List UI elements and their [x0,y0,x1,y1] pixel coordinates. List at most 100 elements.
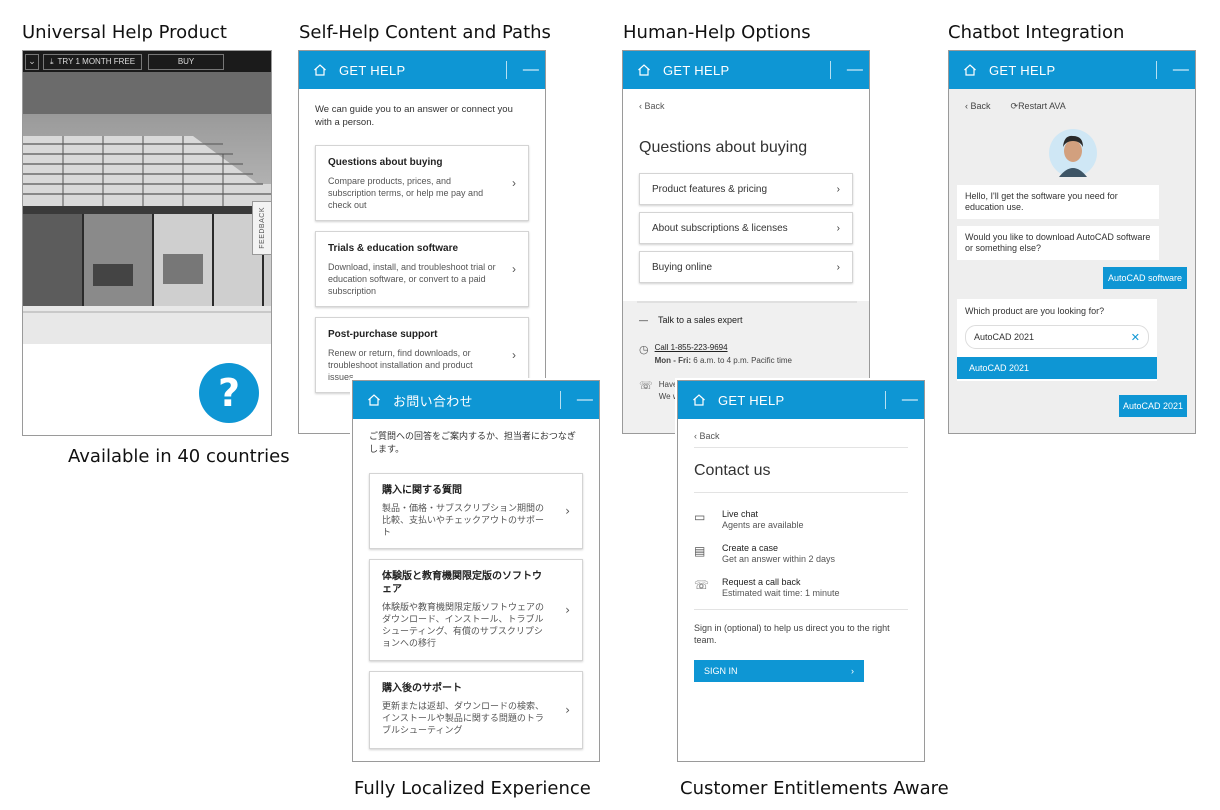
phone-info: ◷ Call 1-855-223-9694 Mon - Fri: 6 a.m. … [623,325,869,365]
restart-label: Restart AVA [1018,101,1066,111]
card-desc: 更新または返却、ダウンロードの検索、インストールや製品に関する問題のトラブルシュ… [382,702,545,736]
signin-note: Sign in (optional) to help us direct you… [694,623,890,645]
chevron-right-icon: › [851,666,854,676]
caption-countries: Available in 40 countries [68,446,290,467]
promo-bar: ⌄ ⤓ TRY 1 MONTH FREE BUY [23,51,271,72]
card-desc: 体験版や教育機関限定版ソフトウェアのダウンロード、インストール、トラブルシューテ… [382,603,545,649]
suggestion-item[interactable]: AutoCAD 2021 [957,357,1157,379]
phone-number-link[interactable]: Call 1-855-223-9694 [655,343,792,352]
live-chat-option[interactable]: ▭ Live chat Agents are available [694,509,908,531]
card-jp-trials[interactable]: 体験版と教育機関限定版のソフトウェア 体験版や教育機関限定版ソフトウェアのダウン… [369,559,583,661]
header-divider [506,61,507,79]
hours-value: 6 a.m. to 4 p.m. Pacific time [693,356,792,365]
header-divider [560,391,561,409]
chevron-right-icon: › [836,222,840,234]
contact-header: GET HELP — [678,381,924,419]
feedback-label: FEEDBACK [258,207,266,249]
user-reply-1[interactable]: AutoCAD software [1103,267,1187,289]
card-title: 購入後のサポート [382,683,462,694]
home-icon[interactable] [367,393,381,407]
call-back-option[interactable]: ☏ Request a call back Estimated wait time… [694,577,908,610]
contact-heading: Contact us [694,462,908,493]
chevron-right-icon: › [512,176,516,190]
ava-avatar [1049,129,1097,177]
try-free-button[interactable]: ⤓ TRY 1 MONTH FREE [43,53,143,70]
contact-header-title: GET HELP [718,392,785,408]
building-image [23,114,271,344]
minimize-icon[interactable]: — [841,62,869,78]
search-value: AutoCAD 2021 [974,332,1035,342]
chevron-right-icon: › [512,348,516,362]
back-link[interactable]: ‹ Back [694,431,908,448]
card-desc: Compare products, prices, and subscripti… [328,176,484,210]
minimize-icon[interactable]: — [1167,62,1195,78]
hero-band [23,72,271,114]
home-icon[interactable] [637,63,651,77]
bot-message-1: Hello, I'll get the software you need fo… [957,185,1159,219]
card-jp-post-purchase[interactable]: 購入後のサポート 更新または返却、ダウンロードの検索、インストールや製品に関する… [369,671,583,749]
option-sub: Agents are available [722,520,804,530]
phone-icon: ☏ [694,578,710,592]
section-title-selfhelp: Self-Help Content and Paths [299,22,551,43]
chatbot-header-title: GET HELP [989,62,1056,78]
section-title-chatbot: Chatbot Integration [948,22,1125,43]
header-divider [885,391,886,409]
chat-icon: ▭ [694,510,706,524]
option-subscriptions[interactable]: About subscriptions & licenses › [639,212,853,244]
card-questions-buying[interactable]: Questions about buying Compare products,… [315,145,529,221]
card-trials-education[interactable]: Trials & education software Download, in… [315,231,529,307]
chevron-right-icon: › [836,261,840,273]
selfhelp-header: GET HELP — [299,51,545,89]
option-label: Buying online [652,261,713,273]
back-link[interactable]: ‹ Back [639,101,853,111]
user-reply-2[interactable]: AutoCAD 2021 [1119,395,1187,417]
product-search-input[interactable]: AutoCAD 2021 ✕ [965,325,1149,349]
buy-button[interactable]: BUY [148,53,225,70]
try-free-label: TRY 1 MONTH FREE [57,57,136,66]
home-icon[interactable] [313,63,327,77]
option-title: Request a call back [722,577,801,587]
card-desc: Download, install, and troubleshoot tria… [328,262,496,296]
home-icon[interactable] [692,393,706,407]
option-sub: Estimated wait time: 1 minute [722,588,840,598]
selfhelp-header-title: GET HELP [339,62,406,78]
card-title: Post-purchase support [328,329,438,340]
card-title: 購入に関する質問 [382,485,462,496]
option-title: Create a case [722,543,779,553]
help-fab-button[interactable]: ? [199,363,259,423]
restart-button[interactable]: ⟳Restart AVA [1011,101,1066,112]
chevron-right-icon: › [565,603,570,617]
feedback-tab[interactable]: FEEDBACK [252,201,271,255]
question-icon: ? [217,371,241,415]
selfhelp-intro: We can guide you to an answer or connect… [315,104,513,128]
localized-intro: ご質問への回答をご案内するか、担当者におつなぎします。 [369,432,576,455]
human-header-title: GET HELP [663,62,730,78]
card-title: 体験版と教育機関限定版のソフトウェア [382,571,542,595]
card-jp-buying[interactable]: 購入に関する質問 製品・価格・サブスクリプション期間の比較、支払いやチェックアウ… [369,473,583,549]
chevron-down-icon[interactable]: ⌄ [25,53,39,70]
option-label: Product features & pricing [652,183,768,195]
card-desc: Renew or return, find downloads, or trou… [328,348,473,382]
option-features-pricing[interactable]: Product features & pricing › [639,173,853,205]
clear-icon[interactable]: ✕ [1131,331,1140,344]
minimize-icon[interactable]: — [896,392,924,408]
talk-to-sales-toggle[interactable]: — Talk to a sales expert [623,303,869,325]
product-search-card: Which product are you looking for? AutoC… [957,299,1157,381]
localized-panel: お問い合わせ — ご質問への回答をご案内するか、担当者におつなぎします。 購入に… [352,380,600,762]
signin-button[interactable]: SIGN IN › [694,660,864,682]
minimize-icon[interactable]: — [571,392,599,408]
human-header: GET HELP — [623,51,869,89]
chevron-right-icon: › [512,262,516,276]
chevron-right-icon: › [836,183,840,195]
refresh-icon: ⟳ [1010,101,1019,111]
home-icon[interactable] [963,63,977,77]
phone-icon: ☏ [639,380,653,392]
chatbot-panel: GET HELP — ‹ Back ⟳Restart AVA Hello, I'… [948,50,1196,434]
caption-entitlements: Customer Entitlements Aware [680,778,949,799]
create-case-option[interactable]: ▤ Create a case Get an answer within 2 da… [694,543,908,565]
option-title: Live chat [722,509,759,519]
minimize-icon[interactable]: — [517,62,545,78]
monitor-icon: ▤ [694,544,706,558]
back-link[interactable]: ‹ Back [965,101,991,112]
option-buying-online[interactable]: Buying online › [639,251,853,283]
